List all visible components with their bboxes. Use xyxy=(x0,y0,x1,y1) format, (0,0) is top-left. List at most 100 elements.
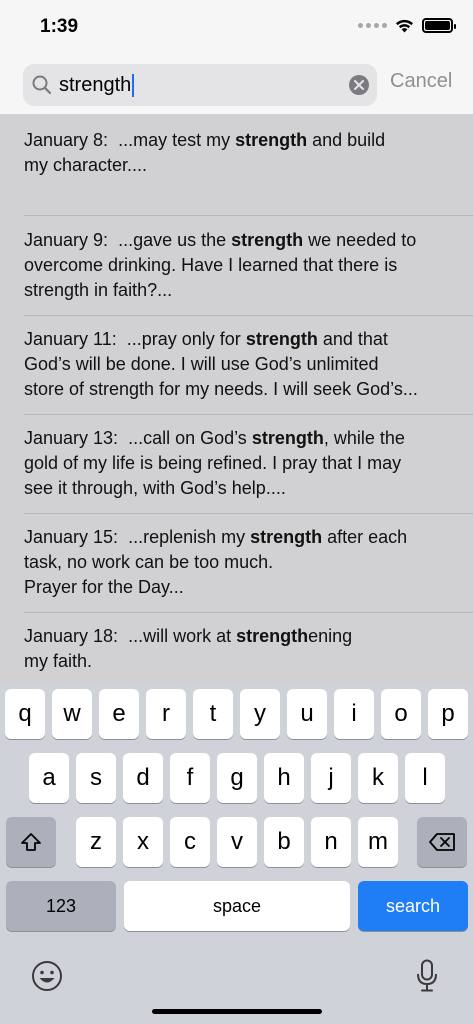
result-text: ening xyxy=(308,626,353,646)
key-s[interactable]: s xyxy=(76,753,116,803)
entry-date: January 8: xyxy=(24,130,109,150)
result-text: and that xyxy=(317,329,388,349)
key-p[interactable]: p xyxy=(428,689,468,739)
key-z[interactable]: z xyxy=(76,817,116,867)
result-line: gold of my life is being refined. I pray… xyxy=(24,451,453,476)
list-item[interactable]: January 18: ...will work at strengthenin… xyxy=(0,624,473,674)
result-text: task, no work can be too much. xyxy=(24,552,274,572)
key-i[interactable]: i xyxy=(334,689,374,739)
highlighted-term: strength xyxy=(235,130,308,150)
result-text: store of strength for my needs. I will s… xyxy=(24,379,418,399)
microphone-icon[interactable] xyxy=(415,959,439,993)
key-l[interactable]: l xyxy=(405,753,445,803)
result-text: and build xyxy=(307,130,386,150)
key-v[interactable]: v xyxy=(217,817,257,867)
result-text: ...will work at xyxy=(128,626,237,646)
key-x[interactable]: x xyxy=(123,817,163,867)
entry-date: January 15: xyxy=(24,527,119,547)
emoji-icon[interactable] xyxy=(31,960,63,992)
home-indicator xyxy=(152,1009,322,1014)
search-results-list: January 8: ...may test my strength and b… xyxy=(0,114,473,684)
result-line: my character.... xyxy=(24,153,453,178)
result-text: my character.... xyxy=(24,155,148,175)
highlighted-term: strength xyxy=(245,329,318,349)
list-item[interactable]: January 13: ...call on God’s strength, w… xyxy=(0,426,473,501)
key-g[interactable]: g xyxy=(217,753,257,803)
key-t[interactable]: t xyxy=(193,689,233,739)
highlighted-term: strength xyxy=(236,626,309,646)
highlighted-term: strength xyxy=(231,230,304,250)
key-r[interactable]: r xyxy=(146,689,186,739)
result-text: , while the xyxy=(323,428,405,448)
key-j[interactable]: j xyxy=(311,753,351,803)
result-text: ...pray only for xyxy=(126,329,246,349)
list-divider xyxy=(24,414,473,415)
entry-date: January 18: xyxy=(24,626,119,646)
key-f[interactable]: f xyxy=(170,753,210,803)
highlighted-term: strength xyxy=(250,527,323,547)
result-line: store of strength for my needs. I will s… xyxy=(24,377,453,402)
result-line: God’s will be done. I will use God’s unl… xyxy=(24,352,453,377)
result-text: see it through, with God’s help.... xyxy=(24,478,286,498)
list-item[interactable]: January 8: ...may test my strength and b… xyxy=(0,128,473,178)
result-line: January 8: ...may test my strength and b… xyxy=(24,128,453,153)
highlighted-term: strength xyxy=(251,428,324,448)
list-divider xyxy=(24,513,473,514)
wifi-icon xyxy=(396,19,413,32)
shift-key[interactable] xyxy=(6,817,56,867)
result-line: January 11: ...pray only for strength an… xyxy=(24,327,453,352)
search-bar: strength Cancel xyxy=(0,56,473,114)
search-input[interactable]: strength xyxy=(59,64,329,106)
key-w[interactable]: w xyxy=(52,689,92,739)
result-text: Prayer for the Day... xyxy=(24,577,184,597)
numbers-key[interactable]: 123 xyxy=(6,881,116,931)
list-divider xyxy=(24,315,473,316)
result-text: ...replenish my xyxy=(128,527,251,547)
entry-date: January 11: xyxy=(24,329,117,349)
key-e[interactable]: e xyxy=(99,689,139,739)
result-line: strength in faith?... xyxy=(24,278,453,303)
search-query: strength xyxy=(59,74,132,96)
result-line: January 9: ...gave us the strength we ne… xyxy=(24,228,453,253)
key-q[interactable]: q xyxy=(5,689,45,739)
space-key[interactable]: space xyxy=(124,881,350,931)
search-field[interactable]: strength xyxy=(23,64,377,106)
result-text: ...gave us the xyxy=(118,230,232,250)
key-h[interactable]: h xyxy=(264,753,304,803)
result-text: gold of my life is being refined. I pray… xyxy=(24,453,402,473)
delete-key[interactable] xyxy=(417,817,467,867)
result-text: strength in faith?... xyxy=(24,280,173,300)
entry-date: January 13: xyxy=(24,428,119,448)
key-y[interactable]: y xyxy=(240,689,280,739)
result-line: see it through, with God’s help.... xyxy=(24,476,453,501)
key-o[interactable]: o xyxy=(381,689,421,739)
key-m[interactable]: m xyxy=(358,817,398,867)
result-text: my faith. xyxy=(24,651,93,671)
list-item[interactable]: January 15: ...replenish my strength aft… xyxy=(0,525,473,600)
status-bar: 1:39 xyxy=(0,0,473,56)
key-c[interactable]: c xyxy=(170,817,210,867)
key-k[interactable]: k xyxy=(358,753,398,803)
delete-icon xyxy=(429,833,455,851)
list-divider xyxy=(24,612,473,613)
search-icon xyxy=(32,75,52,95)
key-n[interactable]: n xyxy=(311,817,351,867)
search-key[interactable]: search xyxy=(358,881,468,931)
clear-search-button[interactable] xyxy=(349,75,369,95)
result-line: overcome drinking. Have I learned that t… xyxy=(24,253,453,278)
result-line: task, no work can be too much. xyxy=(24,550,453,575)
result-text: God’s will be done. I will use God’s unl… xyxy=(24,354,379,374)
cancel-button[interactable]: Cancel xyxy=(390,70,452,93)
result-text: we needed to xyxy=(303,230,417,250)
result-line: January 13: ...call on God’s strength, w… xyxy=(24,426,453,451)
result-text: after each xyxy=(322,527,408,547)
result-line: my faith. xyxy=(24,649,453,674)
key-u[interactable]: u xyxy=(287,689,327,739)
list-item[interactable]: January 9: ...gave us the strength we ne… xyxy=(0,228,473,303)
key-a[interactable]: a xyxy=(29,753,69,803)
key-b[interactable]: b xyxy=(264,817,304,867)
key-d[interactable]: d xyxy=(123,753,163,803)
result-line: January 15: ...replenish my strength aft… xyxy=(24,525,453,550)
list-item[interactable]: January 11: ...pray only for strength an… xyxy=(0,327,473,402)
result-text: ...may test my xyxy=(118,130,236,150)
